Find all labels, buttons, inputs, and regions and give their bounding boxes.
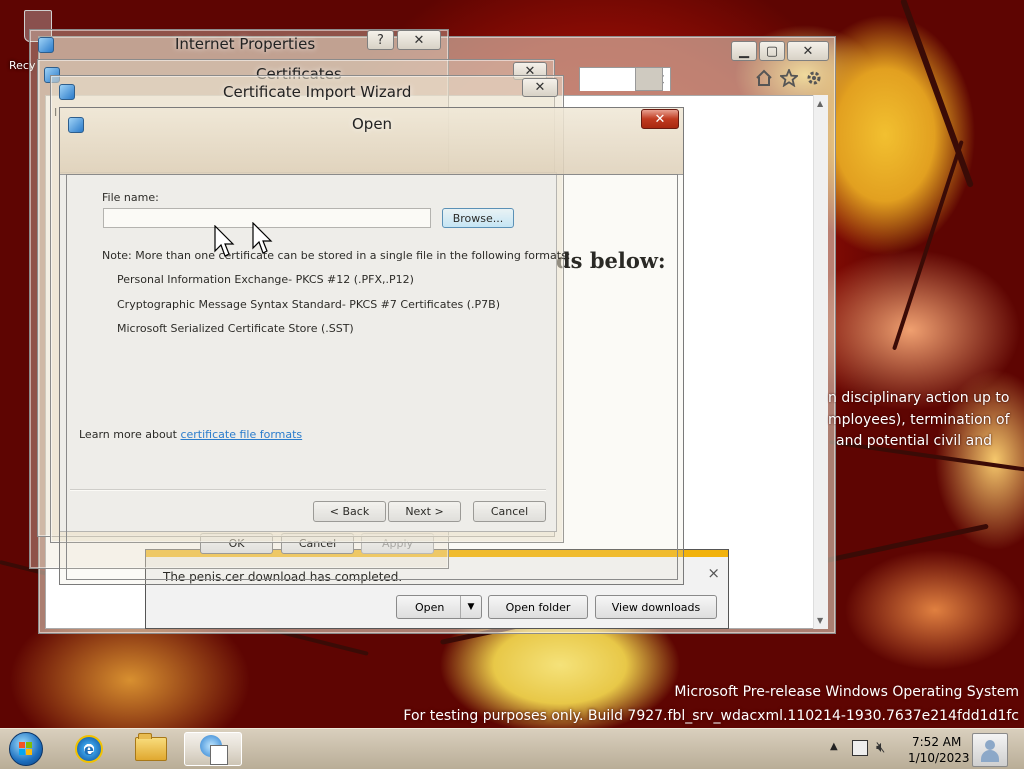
folder-icon: [135, 733, 167, 761]
open-dialog-icon: [68, 117, 84, 133]
volume-muted-icon[interactable]: 🔇︎: [876, 738, 885, 756]
ie-scrollbar[interactable]: ▲ ▼: [813, 95, 828, 629]
help-button[interactable]: ?: [367, 30, 394, 50]
view-downloads-button[interactable]: View downloads: [595, 595, 717, 619]
taskbar-explorer-button[interactable]: [122, 732, 180, 766]
ie-maximize-button[interactable]: ▢: [759, 41, 785, 61]
internet-properties-title: Internet Properties: [175, 35, 316, 53]
notice-line3: and potential civil and: [836, 433, 992, 449]
open-dialog-title: Open: [352, 115, 393, 133]
open-folder-button[interactable]: Open folder: [488, 595, 588, 619]
watermark-line1: Microsoft Pre-release Windows Operating …: [674, 684, 1019, 700]
user-icon[interactable]: [972, 733, 1008, 767]
star-icon[interactable]: [780, 69, 798, 87]
mouse-cursor-icon: [252, 222, 273, 254]
wizard-close-button[interactable]: ✕: [522, 78, 558, 97]
download-bar-close-icon[interactable]: ×: [707, 564, 720, 582]
scroll-up-icon[interactable]: ▲: [817, 99, 823, 108]
wizard-title: Certificate Import Wizard: [223, 83, 412, 101]
branch-decor: [892, 140, 964, 351]
ie-close-button[interactable]: ✕: [787, 41, 829, 61]
wizard-icon: [59, 84, 75, 100]
clock-date[interactable]: 1/10/2023: [908, 751, 970, 765]
branch-decor: [900, 0, 975, 188]
desktop: Recy Microsoft Pre-release Windows Opera…: [0, 0, 1024, 728]
internet-explorer-icon: e: [75, 735, 103, 763]
ie-minimize-button[interactable]: ▁: [731, 41, 757, 61]
show-hidden-icons-button[interactable]: ▲: [830, 741, 838, 752]
notice-line1: n disciplinary action up to: [828, 390, 1010, 406]
mouse-cursor-icon: [214, 225, 235, 257]
certificate-manager-icon: [200, 735, 228, 765]
start-orb-icon: [9, 732, 43, 766]
taskbar-certmgr-button[interactable]: [184, 732, 242, 766]
watermark-line2: For testing purposes only. Build 7927.fb…: [403, 708, 1019, 724]
gear-icon[interactable]: [805, 69, 823, 87]
new-tab-button[interactable]: [635, 67, 663, 91]
flag-icon[interactable]: [852, 740, 868, 756]
home-icon[interactable]: [755, 69, 773, 87]
notice-line2: mployees), termination of: [828, 412, 1010, 428]
open-split-dropdown-icon[interactable]: ▼: [460, 596, 481, 618]
open-dialog-inner-frame: [66, 174, 678, 580]
internet-properties-icon: [38, 37, 54, 53]
clock-time[interactable]: 7:52 AM: [912, 735, 961, 749]
download-open-button[interactable]: Open ▼: [396, 595, 482, 619]
open-dialog-window: Open ✕: [59, 107, 684, 585]
taskbar: e ▲ 🔇︎ 7:52 AM 1/10/2023: [0, 728, 1024, 769]
taskbar-ie-button[interactable]: e: [60, 732, 118, 766]
internet-properties-close-button[interactable]: ✕: [397, 30, 441, 50]
open-dialog-close-button[interactable]: ✕: [641, 109, 679, 129]
scroll-down-icon[interactable]: ▼: [817, 616, 823, 625]
start-button[interactable]: [6, 732, 46, 766]
